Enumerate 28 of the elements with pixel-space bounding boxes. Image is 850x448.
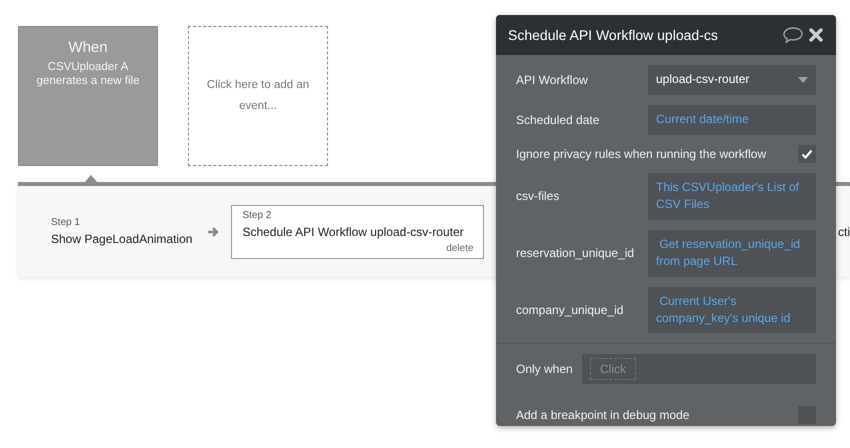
field-label: Scheduled date — [516, 112, 600, 129]
field-label: csv-files — [516, 188, 560, 206]
expression-field[interactable]: Current User's company_key's unique id — [648, 286, 816, 334]
panel-title: Schedule API Workflow upload-cs — [508, 26, 719, 45]
condition-field[interactable]: Click — [582, 354, 816, 384]
expression-field[interactable]: This CSVUploader's List of CSV Files — [648, 173, 816, 220]
field-label: Ignore privacy rules when running the workflow — [516, 146, 768, 163]
event-card[interactable]: When CSVUploader A generates a new file — [18, 26, 158, 166]
arrow-icon — [207, 226, 222, 238]
click-placeholder[interactable]: Click — [590, 358, 636, 380]
field-label: reservation_unique_id — [516, 245, 636, 262]
add-event-placeholder[interactable]: Click here to add an event... — [188, 26, 328, 166]
workflow-step[interactable]: cti — [838, 222, 850, 240]
only-when-label: Only when — [516, 361, 574, 378]
workflow-dropdown[interactable]: upload-csv-router — [648, 65, 816, 95]
event-description: CSVUploader A generates a new file — [36, 60, 140, 90]
expression-field[interactable]: Get reservation_unique_id from page URL — [648, 230, 816, 277]
checkmark-icon — [801, 148, 813, 160]
field-label: API Workflow — [516, 72, 589, 89]
workflow-step[interactable]: Step 1 Show PageLoadAnimation — [46, 212, 198, 251]
caret-icon — [798, 77, 808, 83]
expression-field[interactable]: Current date/time — [648, 105, 816, 135]
event-title: When — [67, 38, 109, 58]
field-label: company_unique_id — [516, 302, 624, 319]
breakpoint-label: Add a breakpoint in debug mode — [516, 407, 690, 424]
workflow-step[interactable]: Step 2 Schedule API Workflow upload-csv-router delete — [231, 204, 484, 258]
breakpoint-checkbox[interactable] — [798, 406, 816, 424]
privacy-checkbox[interactable] — [798, 145, 816, 163]
